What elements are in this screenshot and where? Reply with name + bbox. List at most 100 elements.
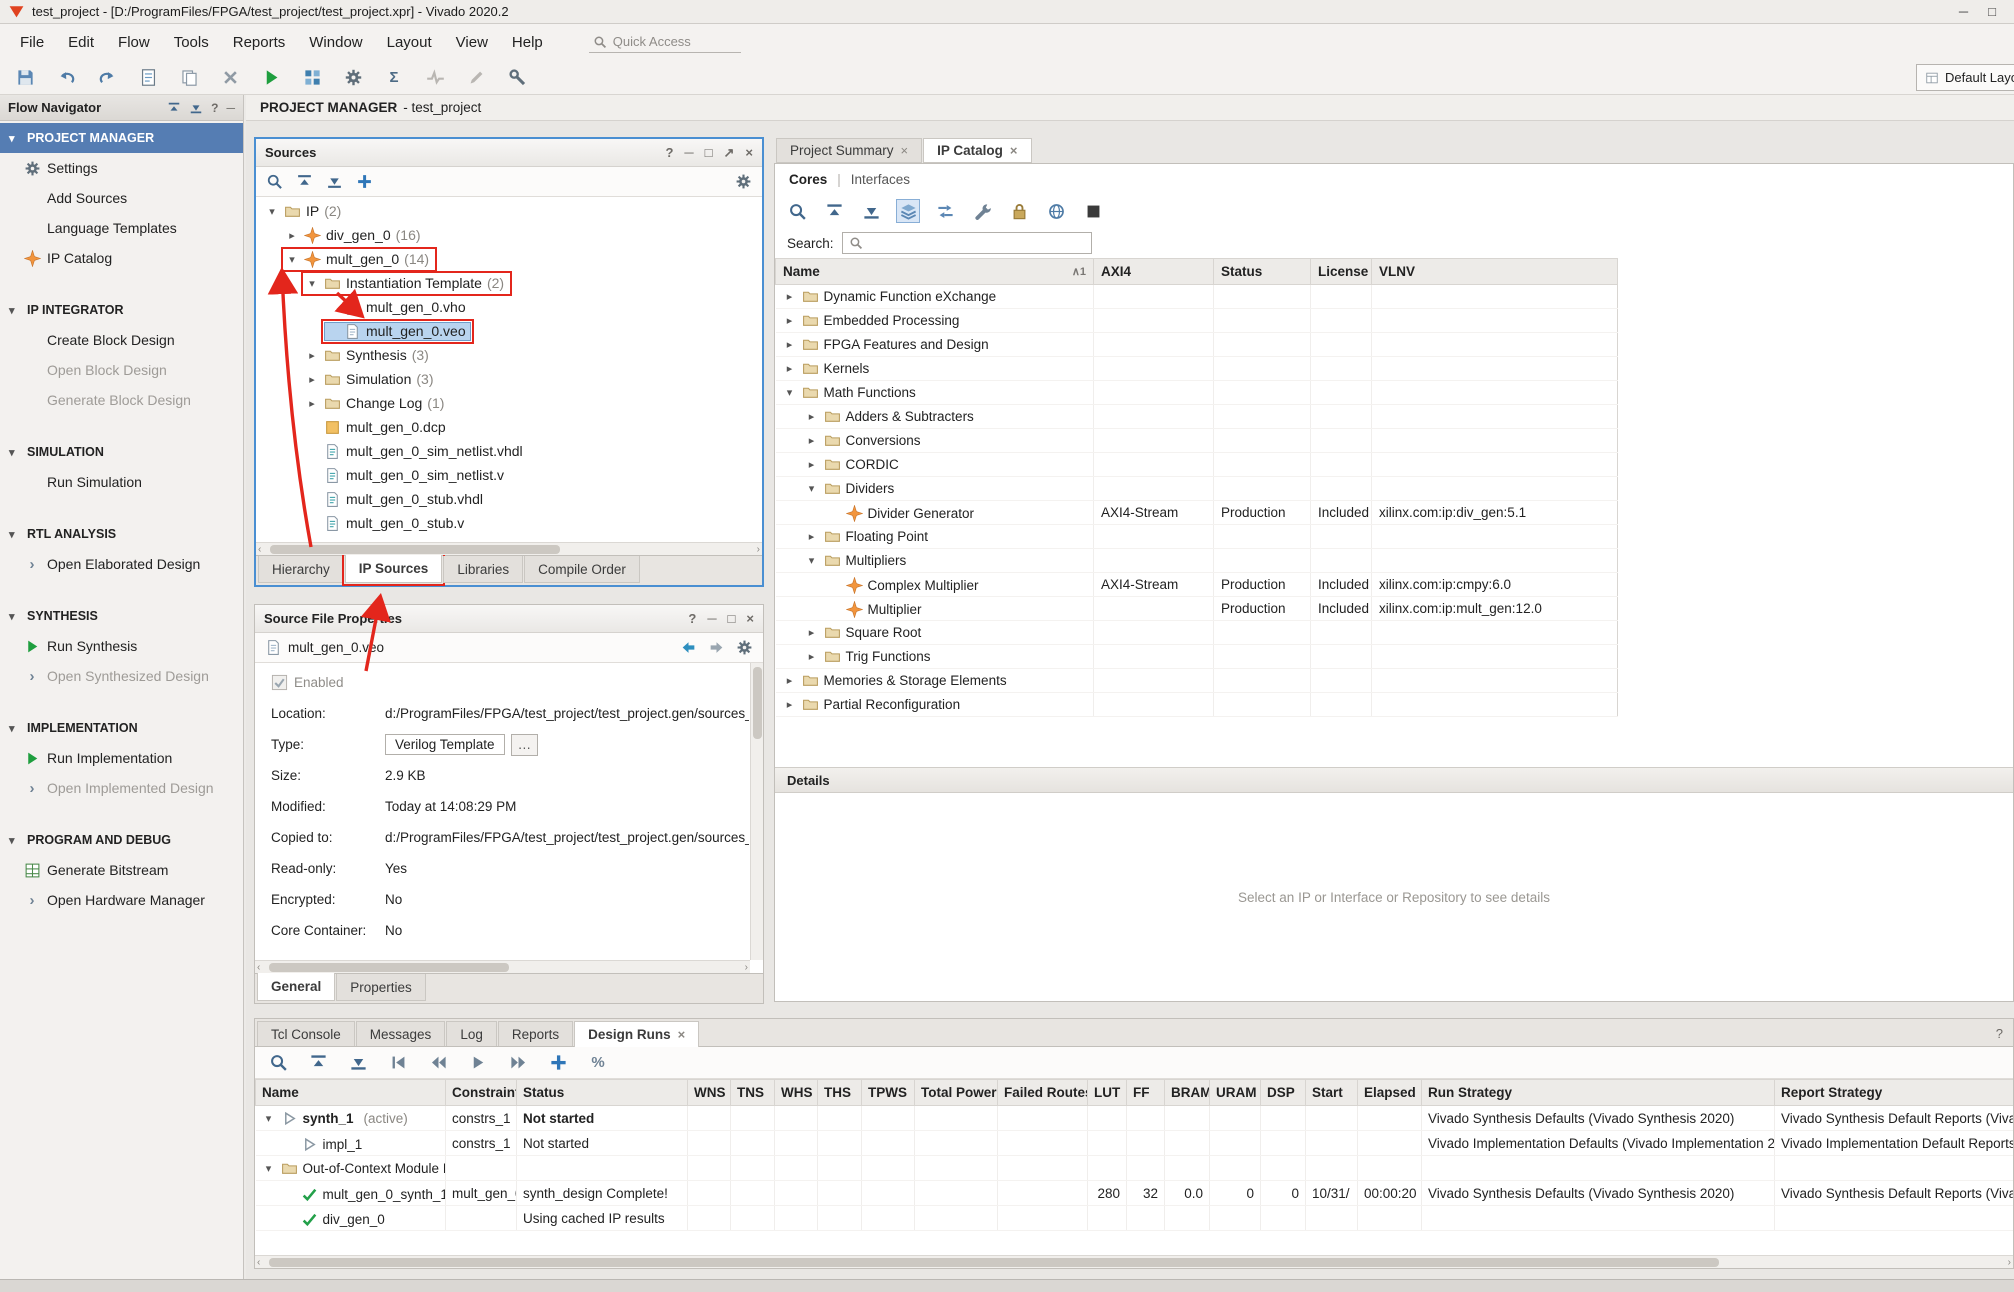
flow-item-generate-block-design[interactable]: Generate Block Design	[0, 385, 243, 415]
chevron-right-icon[interactable]: ▸	[805, 650, 819, 663]
forward-icon[interactable]	[708, 639, 725, 656]
tab-hierarchy[interactable]: Hierarchy	[258, 556, 344, 583]
scrollbar-thumb[interactable]	[269, 1258, 1719, 1267]
expand-all-icon[interactable]	[859, 199, 883, 223]
scroll-right-icon[interactable]: ›	[757, 543, 760, 556]
fast-forward-icon[interactable]	[505, 1050, 531, 1076]
menu-flow[interactable]: Flow	[106, 29, 162, 56]
flow-item-add-sources[interactable]: Add Sources	[0, 183, 243, 213]
column-header-name[interactable]: Name	[256, 1080, 446, 1106]
tab-ip-catalog[interactable]: IP Catalog×	[923, 138, 1031, 163]
chevron-right-icon[interactable]: ▸	[783, 338, 797, 351]
edit-icon[interactable]	[463, 64, 489, 90]
sfp-horizontal-scrollbar[interactable]: ‹›	[255, 960, 750, 973]
chevron-right-icon[interactable]: ▸	[805, 434, 819, 447]
float-icon[interactable]: □	[728, 611, 736, 626]
tab-libraries[interactable]: Libraries	[443, 556, 523, 583]
debug-icon[interactable]	[504, 64, 530, 90]
fast-backward-icon[interactable]	[425, 1050, 451, 1076]
square-icon[interactable]	[1081, 199, 1105, 223]
gear-icon[interactable]	[735, 173, 752, 190]
tab-project-summary[interactable]: Project Summary×	[776, 138, 922, 163]
flow-section-rtl-analysis[interactable]: ▾RTL ANALYSIS	[0, 519, 243, 549]
chevron-down-icon[interactable]: ▾	[783, 386, 797, 399]
view-interfaces[interactable]: Interfaces	[851, 172, 910, 187]
flow-item-ip-catalog[interactable]: IP Catalog	[0, 243, 243, 273]
help-icon[interactable]: ?	[1996, 1026, 2003, 1041]
ip-catalog-row[interactable]: ▸Partial Reconfiguration	[776, 693, 1618, 717]
column-header-ths[interactable]: THS	[818, 1080, 862, 1106]
column-header-bram[interactable]: BRAM	[1165, 1080, 1210, 1106]
bottom-horizontal-scrollbar[interactable]: ‹›	[255, 1255, 2013, 1268]
sources-panel-header[interactable]: Sources ?─□↗×	[256, 139, 762, 167]
tab-general[interactable]: General	[257, 973, 335, 1001]
tab-messages[interactable]: Messages	[356, 1021, 446, 1046]
sfp-vertical-scrollbar[interactable]	[750, 663, 763, 960]
ip-catalog-row[interactable]: ▸Kernels	[776, 357, 1618, 381]
ip-catalog-row[interactable]: ▸CORDIC	[776, 453, 1618, 477]
tab-tcl-console[interactable]: Tcl Console	[257, 1021, 355, 1046]
copy-icon[interactable]	[176, 64, 202, 90]
ip-catalog-row[interactable]: ▸Floating Point	[776, 525, 1618, 549]
ip-catalog-row[interactable]: Divider GeneratorAXI4-StreamProductionIn…	[776, 501, 1618, 525]
chevron-right-icon[interactable]: ▸	[805, 458, 819, 471]
tree-item[interactable]: mult_gen_0_stub.v	[256, 511, 762, 535]
more-options-button[interactable]: …	[511, 734, 539, 756]
tab-properties[interactable]: Properties	[336, 974, 426, 1001]
ip-catalog-row[interactable]: ▸Trig Functions	[776, 645, 1618, 669]
collapse-all-icon[interactable]	[167, 101, 181, 115]
tree-item[interactable]: ▸Simulation(3)	[256, 367, 762, 391]
type-input[interactable]: Verilog Template	[385, 734, 505, 755]
chevron-down-icon[interactable]: ▾	[285, 253, 299, 266]
column-header-axi4[interactable]: AXI4	[1094, 259, 1214, 285]
column-header-report-strategy[interactable]: Report Strategy	[1775, 1080, 2014, 1106]
tree-item[interactable]: mult_gen_0_sim_netlist.vhdl	[256, 439, 762, 463]
flow-item-run-implementation[interactable]: Run Implementation	[0, 743, 243, 773]
chevron-down-icon[interactable]: ▾	[265, 205, 279, 218]
flow-section-ip-integrator[interactable]: ▾IP INTEGRATOR	[0, 295, 243, 325]
scroll-left-icon[interactable]: ‹	[257, 961, 260, 973]
ip-search-input[interactable]	[868, 236, 1085, 251]
column-header-whs[interactable]: WHS	[775, 1080, 818, 1106]
gear-icon[interactable]	[736, 639, 753, 656]
chevron-down-icon[interactable]: ▾	[262, 1112, 276, 1125]
column-header-vlnv[interactable]: VLNV	[1372, 259, 1618, 285]
help-icon[interactable]: ?	[211, 101, 218, 115]
column-header-lut[interactable]: LUT	[1088, 1080, 1127, 1106]
flow-section-synthesis[interactable]: ▾SYNTHESIS	[0, 601, 243, 631]
scroll-right-icon[interactable]: ›	[2008, 1256, 2011, 1269]
column-header-total-power[interactable]: Total Power	[915, 1080, 998, 1106]
tab-ip-sources[interactable]: IP Sources	[345, 555, 443, 583]
flow-item-language-templates[interactable]: Language Templates	[0, 213, 243, 243]
sfp-panel-header[interactable]: Source File Properties ?─□×	[255, 605, 763, 633]
chevron-right-icon[interactable]: ▸	[783, 674, 797, 687]
column-header-status[interactable]: Status	[517, 1080, 688, 1106]
back-icon[interactable]	[680, 639, 697, 656]
float-icon[interactable]: □	[705, 145, 713, 160]
search-icon[interactable]	[265, 1050, 291, 1076]
flow-section-implementation[interactable]: ▾IMPLEMENTATION	[0, 713, 243, 743]
ip-catalog-row[interactable]: ▸Adders & Subtracters	[776, 405, 1618, 429]
run-row[interactable]: div_gen_0Using cached IP results	[256, 1206, 2014, 1231]
menu-reports[interactable]: Reports	[221, 29, 298, 56]
ip-catalog-row[interactable]: ▸Embedded Processing	[776, 309, 1618, 333]
menu-file[interactable]: File	[8, 29, 56, 56]
chevron-down-icon[interactable]: ▾	[262, 1162, 276, 1175]
column-header-name[interactable]: Name∧1	[776, 259, 1094, 285]
add-icon[interactable]	[545, 1050, 571, 1076]
ip-search-box[interactable]	[842, 232, 1092, 254]
settings-icon[interactable]	[340, 64, 366, 90]
flow-section-program-and-debug[interactable]: ▾PROGRAM AND DEBUG	[0, 825, 243, 855]
default-layout-button[interactable]: Default Layou	[1916, 64, 2014, 91]
scrollbar-thumb[interactable]	[270, 545, 560, 554]
tree-item[interactable]: ▾Instantiation Template(2)	[256, 271, 762, 295]
chevron-right-icon[interactable]: ▸	[305, 397, 319, 410]
expand-all-icon[interactable]	[345, 1050, 371, 1076]
flow-item-run-synthesis[interactable]: Run Synthesis	[0, 631, 243, 661]
percent-icon[interactable]: %	[585, 1050, 611, 1076]
wrench-icon[interactable]	[970, 199, 994, 223]
close-icon[interactable]: ×	[746, 611, 754, 626]
minimize-icon[interactable]: ─	[684, 145, 693, 160]
run-row[interactable]: ▾synth_1(active)constrs_1Not startedViva…	[256, 1106, 2014, 1131]
expand-all-icon[interactable]	[189, 101, 203, 115]
